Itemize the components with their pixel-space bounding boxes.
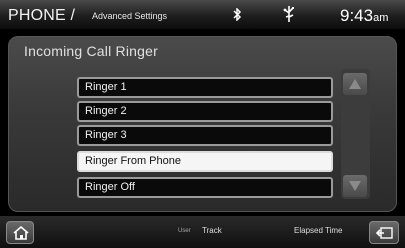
page-title: PHONE / bbox=[8, 7, 76, 24]
arrow-down-icon bbox=[349, 181, 361, 191]
scroll-down-button[interactable] bbox=[343, 175, 367, 197]
sync-icon bbox=[282, 4, 296, 24]
panel-title: Incoming Call Ringer bbox=[24, 43, 158, 59]
home-button[interactable] bbox=[6, 221, 34, 244]
list-item-ringer-1[interactable]: Ringer 1 bbox=[77, 77, 333, 98]
list-item-label: Ringer Off bbox=[85, 181, 135, 193]
list-item-label: Ringer 1 bbox=[85, 81, 127, 93]
list-item-ringer-3[interactable]: Ringer 3 bbox=[77, 125, 333, 146]
home-icon bbox=[13, 225, 29, 240]
list-item-label: Ringer 2 bbox=[85, 105, 127, 117]
list-item-label: Ringer 3 bbox=[85, 129, 127, 141]
footer-track-label: Track bbox=[202, 226, 222, 235]
list-item-ringer-from-phone[interactable]: Ringer From Phone bbox=[77, 151, 333, 172]
footer-elapsed-label: Elapsed Time bbox=[294, 226, 343, 235]
clock-ampm: am bbox=[373, 12, 389, 24]
bluetooth-icon bbox=[233, 7, 242, 24]
footer-user-label: User bbox=[178, 228, 191, 234]
list-item-label: Ringer From Phone bbox=[85, 155, 181, 167]
clock: 9:43am bbox=[340, 6, 388, 26]
list-item-ringer-2[interactable]: Ringer 2 bbox=[77, 101, 333, 122]
page-subtitle: Advanced Settings bbox=[92, 11, 168, 21]
list-item-ringer-off[interactable]: Ringer Off bbox=[77, 177, 333, 198]
arrow-up-icon bbox=[349, 79, 361, 89]
header-bar: PHONE / Advanced Settings 9:43am bbox=[0, 0, 405, 30]
back-icon bbox=[375, 227, 393, 239]
clock-time: 9:43 bbox=[340, 6, 374, 25]
scroll-up-button[interactable] bbox=[343, 73, 367, 95]
back-button[interactable] bbox=[369, 221, 399, 244]
